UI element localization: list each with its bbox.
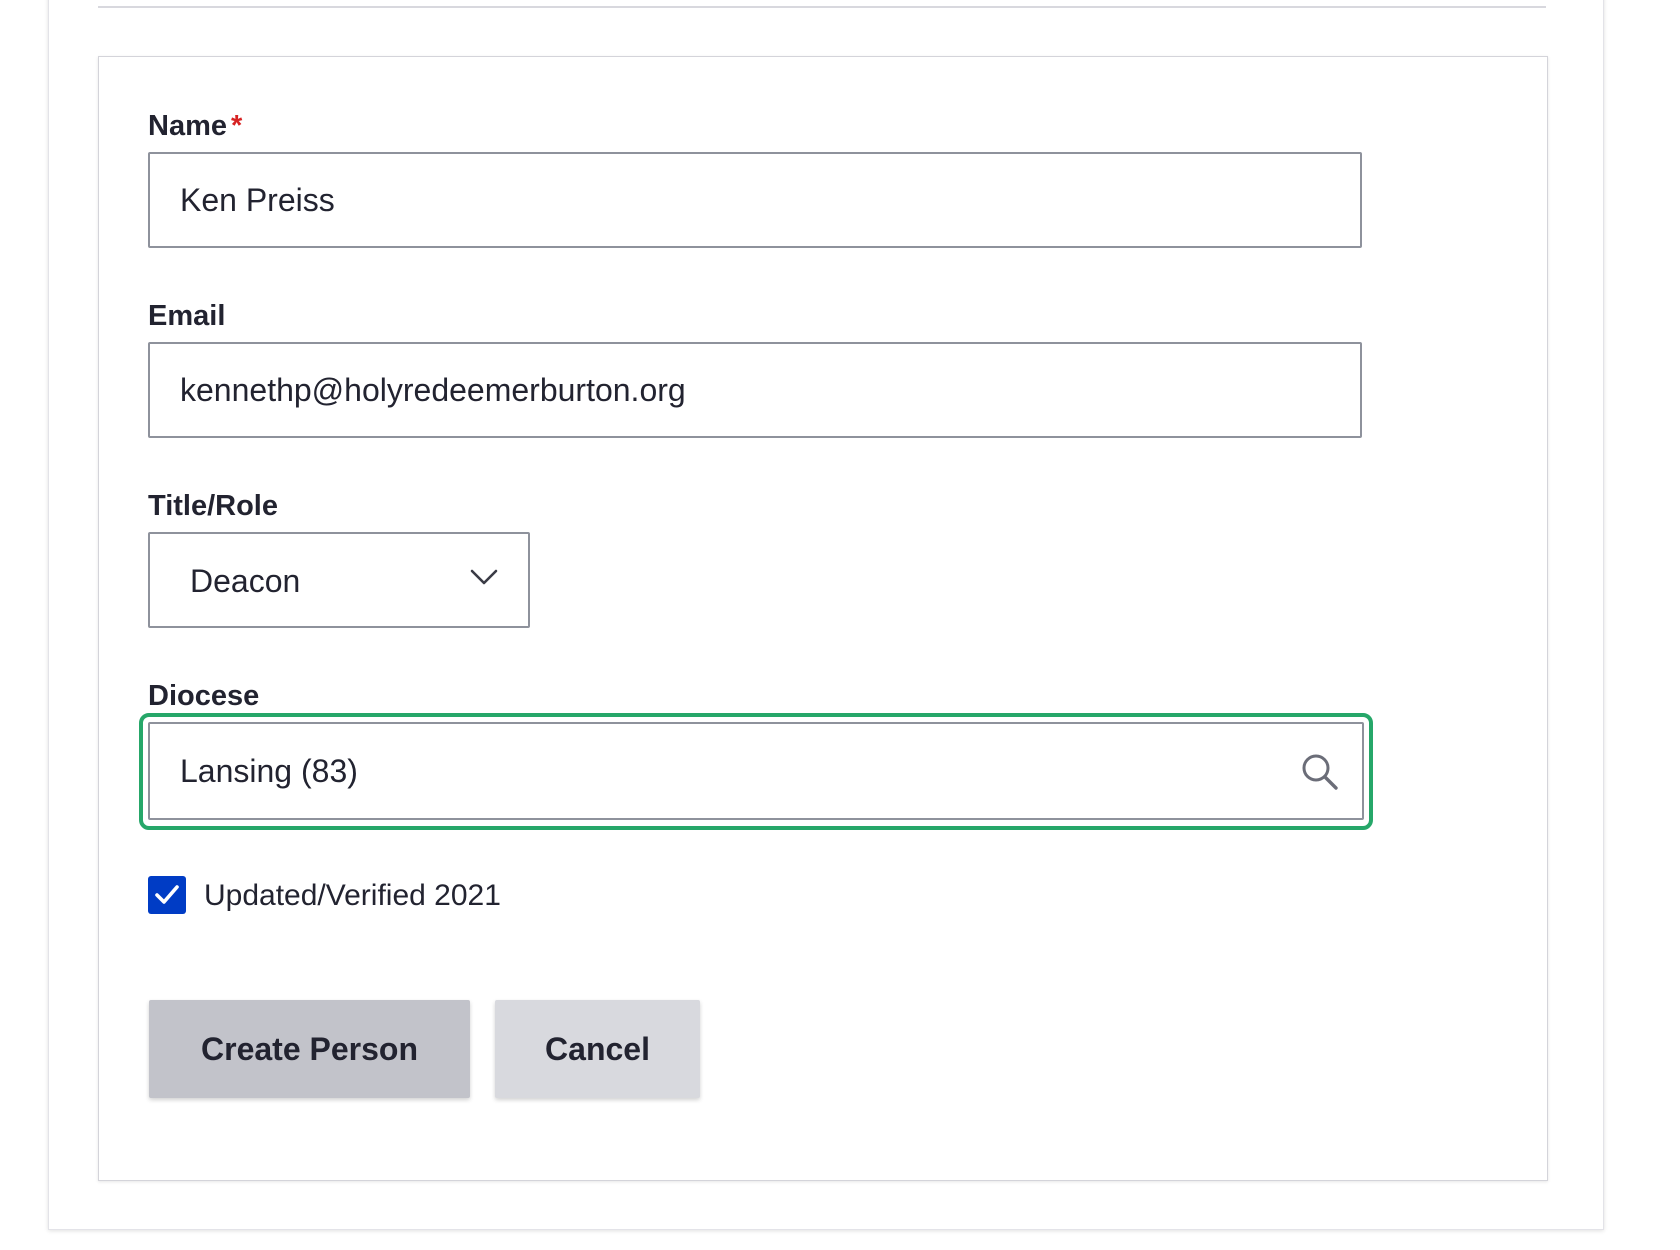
create-person-button[interactable]: Create Person <box>149 1000 470 1098</box>
cancel-button[interactable]: Cancel <box>495 1000 700 1098</box>
title-role-select[interactable]: Deacon <box>148 532 530 628</box>
title-role-label: Title/Role <box>148 490 278 522</box>
section-divider <box>98 6 1546 8</box>
diocese-autocomplete-input[interactable]: Lansing (83) <box>148 722 1364 820</box>
verified-checkbox-label[interactable]: Updated/Verified 2021 <box>204 878 501 914</box>
required-marker: * <box>231 110 243 142</box>
email-label: Email <box>148 300 226 332</box>
name-input[interactable] <box>148 152 1362 248</box>
name-label: Name * <box>148 108 242 144</box>
search-icon <box>1302 754 1338 790</box>
diocese-label: Diocese <box>148 680 260 712</box>
verified-checkbox[interactable] <box>148 876 186 914</box>
diocese-value: Lansing (83) <box>180 753 358 789</box>
chevron-down-icon <box>470 569 498 585</box>
email-input[interactable] <box>148 342 1362 438</box>
checkmark-icon <box>155 885 179 904</box>
name-label-text: Name <box>148 110 227 142</box>
title-role-selected-value: Deacon <box>190 563 301 599</box>
